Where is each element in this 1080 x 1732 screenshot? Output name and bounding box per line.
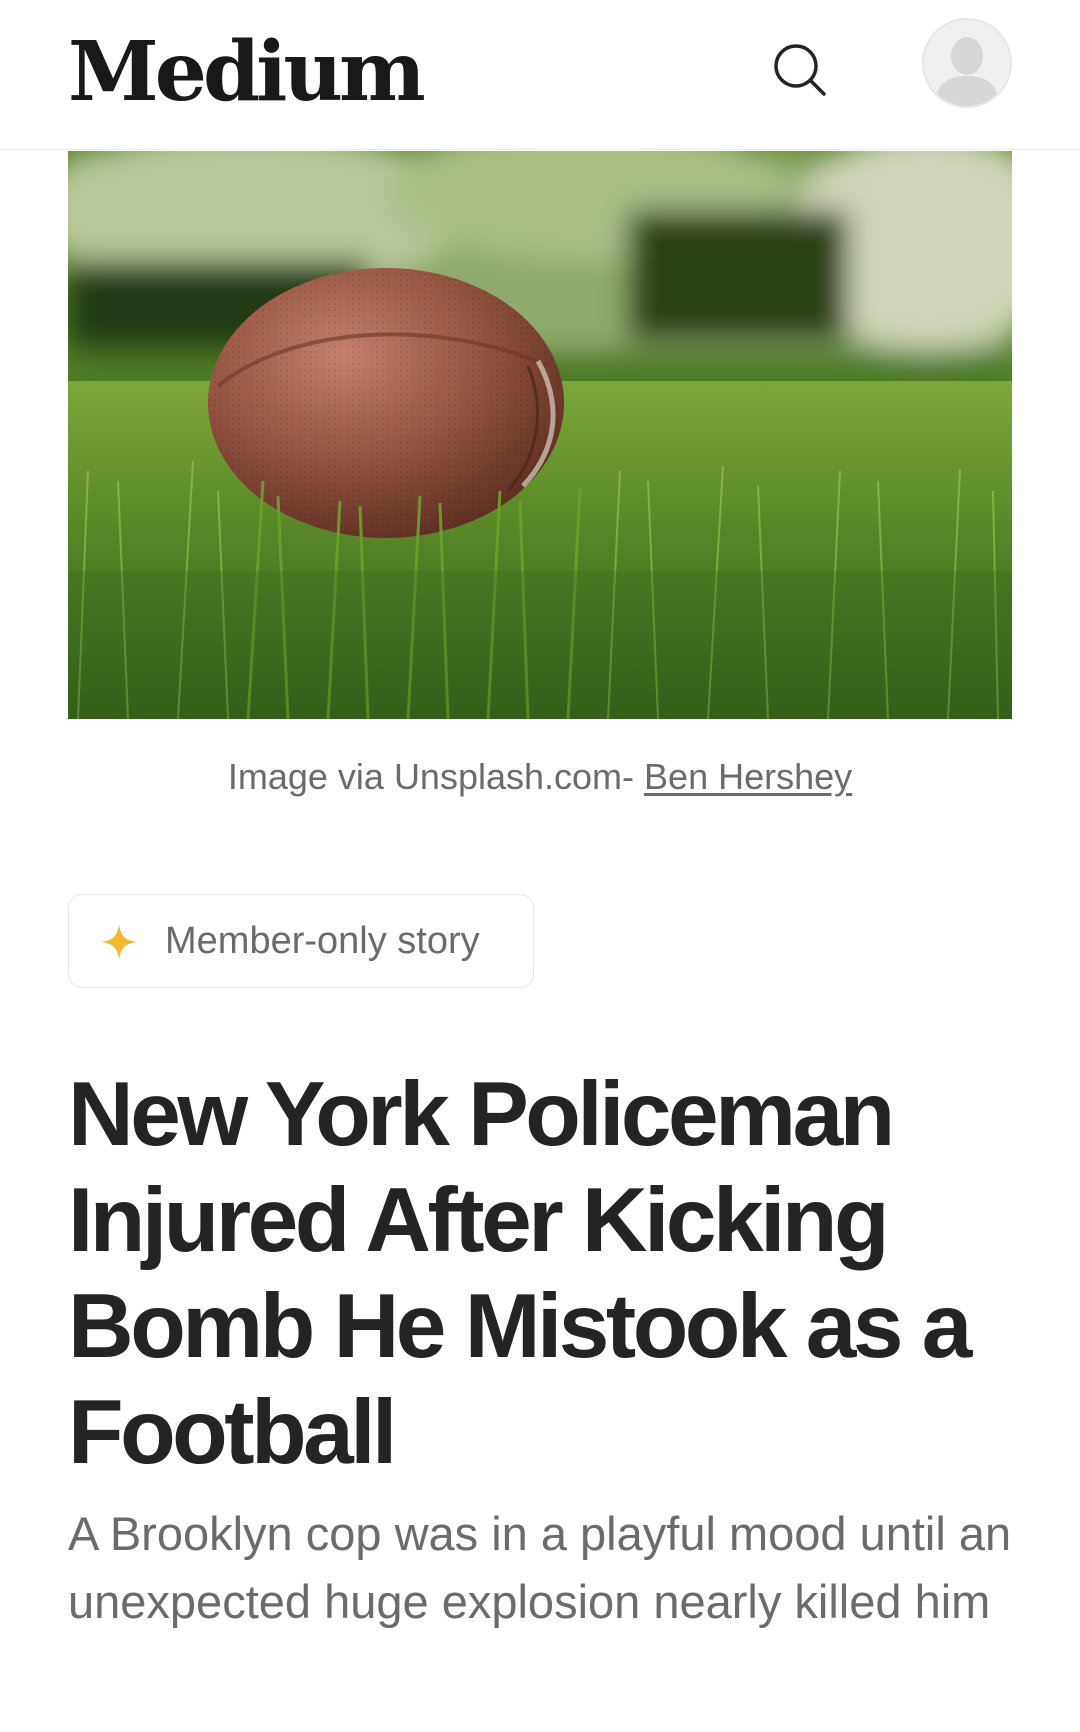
star-icon xyxy=(101,924,137,960)
user-avatar-icon[interactable] xyxy=(922,18,1012,108)
top-bar: Medium xyxy=(0,0,1080,150)
member-only-label: Member-only story xyxy=(165,920,480,962)
search-icon[interactable] xyxy=(770,40,830,100)
caption-author-link[interactable]: Ben Hershey xyxy=(644,756,852,797)
caption-text: Image via Unsplash.com- xyxy=(227,756,645,797)
article-title: New York Policeman Injured After Kicking… xyxy=(68,1064,972,1483)
member-only-badge[interactable]: Member-only story xyxy=(68,894,534,988)
medium-logo[interactable]: Medium xyxy=(68,22,426,122)
article-subtitle: A Brooklyn cop was in a playful mood unt… xyxy=(68,1507,1012,1628)
image-caption: Image via Unsplash.com- Ben Hershey xyxy=(0,752,1080,802)
hero-image xyxy=(68,151,1012,719)
